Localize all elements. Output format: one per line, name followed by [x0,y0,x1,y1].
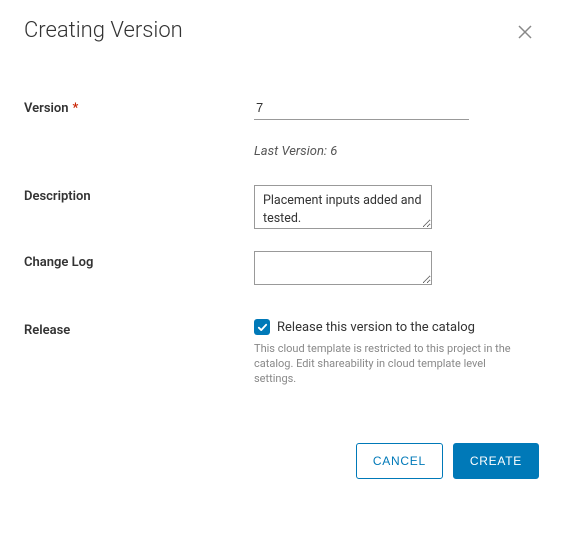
release-checkbox-label: Release this version to the catalog [277,320,475,335]
create-button[interactable]: Create [453,443,539,479]
required-asterisk: * [73,101,79,116]
changelog-textarea[interactable] [254,251,432,285]
description-label: Description [24,185,254,204]
release-checkbox[interactable] [254,319,270,335]
version-row: Version * [24,97,539,120]
release-label: Release [24,319,254,338]
dialog-title: Creating Version [24,18,183,43]
close-button[interactable] [511,18,539,49]
check-icon [257,318,268,337]
changelog-label: Change Log [24,251,254,270]
create-version-dialog: Creating Version Version * Last Version: … [0,0,563,503]
release-help-text: This cloud template is restricted to thi… [254,342,519,387]
close-icon [517,24,533,43]
version-label: Version * [24,97,254,116]
version-field-wrap [254,97,539,120]
description-field-wrap [254,185,539,233]
release-field-wrap: Release this version to the catalog This… [254,319,539,387]
dialog-header: Creating Version [24,18,539,49]
version-input[interactable] [254,98,469,120]
release-checkbox-row: Release this version to the catalog [254,319,539,335]
cancel-button[interactable]: Cancel [356,443,443,479]
description-row: Description [24,185,539,233]
last-version-hint-row: Last Version: 6 [24,144,539,159]
dialog-footer: Cancel Create [24,443,539,479]
description-textarea[interactable] [254,185,432,229]
release-row: Release Release this version to the cata… [24,319,539,387]
last-version-hint: Last Version: 6 [254,144,539,159]
version-label-text: Version [24,101,69,116]
changelog-row: Change Log [24,251,539,289]
changelog-field-wrap [254,251,539,289]
